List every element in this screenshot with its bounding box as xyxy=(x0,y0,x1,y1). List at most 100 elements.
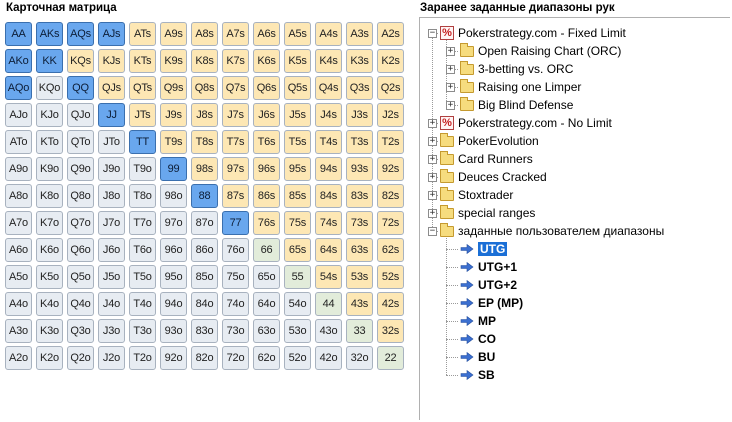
hand-cell-j3o[interactable]: J3o xyxy=(98,319,125,343)
hand-cell-k6s[interactable]: K6s xyxy=(253,49,280,73)
hand-cell-85o[interactable]: 85o xyxy=(191,265,218,289)
hand-cell-43o[interactable]: 43o xyxy=(315,319,342,343)
hand-cell-j6o[interactable]: J6o xyxy=(98,238,125,262)
hand-cell-99[interactable]: 99 xyxy=(160,157,187,181)
hand-cell-22[interactable]: 22 xyxy=(377,346,404,370)
hand-cell-53s[interactable]: 53s xyxy=(346,265,373,289)
hand-cell-k6o[interactable]: K6o xyxy=(36,238,63,262)
hand-cell-k2o[interactable]: K2o xyxy=(36,346,63,370)
hand-cell-65s[interactable]: 65s xyxy=(284,238,311,262)
hand-cell-q8s[interactable]: Q8s xyxy=(191,76,218,100)
tree-node[interactable]: % Pokerstrategy.com - Fixed Limit xyxy=(440,24,626,42)
hand-cell-a2o[interactable]: A2o xyxy=(5,346,32,370)
hand-cell-qjs[interactable]: QJs xyxy=(98,76,125,100)
hand-cell-jto[interactable]: JTo xyxy=(98,130,125,154)
hand-cell-j2s[interactable]: J2s xyxy=(377,103,404,127)
hand-cell-kqs[interactable]: KQs xyxy=(67,49,94,73)
hand-cell-96o[interactable]: 96o xyxy=(160,238,187,262)
hand-cell-a4o[interactable]: A4o xyxy=(5,292,32,316)
hand-cell-ats[interactable]: ATs xyxy=(129,22,156,46)
tree-node[interactable]: SB xyxy=(460,366,495,384)
hand-cell-86s[interactable]: 86s xyxy=(253,184,280,208)
hand-cell-75s[interactable]: 75s xyxy=(284,211,311,235)
hand-cell-ajs[interactable]: AJs xyxy=(98,22,125,46)
hand-cell-84o[interactable]: 84o xyxy=(191,292,218,316)
hand-cell-t9o[interactable]: T9o xyxy=(129,157,156,181)
expand-icon[interactable]: + xyxy=(428,137,437,146)
tree-node[interactable]: Big Blind Defense xyxy=(460,96,573,114)
hand-cell-q2o[interactable]: Q2o xyxy=(67,346,94,370)
hand-cell-k9o[interactable]: K9o xyxy=(36,157,63,181)
expand-icon[interactable]: + xyxy=(446,83,455,92)
hand-cell-t3o[interactable]: T3o xyxy=(129,319,156,343)
hand-cell-82o[interactable]: 82o xyxy=(191,346,218,370)
hand-cell-ato[interactable]: ATo xyxy=(5,130,32,154)
hand-cell-a6o[interactable]: A6o xyxy=(5,238,32,262)
hand-cell-a8s[interactable]: A8s xyxy=(191,22,218,46)
hand-cell-a9s[interactable]: A9s xyxy=(160,22,187,46)
hand-cell-87o[interactable]: 87o xyxy=(191,211,218,235)
hand-cell-54s[interactable]: 54s xyxy=(315,265,342,289)
tree-node[interactable]: PokerEvolution xyxy=(440,132,539,150)
hand-cell-aks[interactable]: AKs xyxy=(36,22,63,46)
hand-cell-q5s[interactable]: Q5s xyxy=(284,76,311,100)
tree-node[interactable]: EP (MP) xyxy=(460,294,523,312)
hand-cell-83o[interactable]: 83o xyxy=(191,319,218,343)
hand-cell-kk[interactable]: KK xyxy=(36,49,63,73)
hand-cell-aqo[interactable]: AQo xyxy=(5,76,32,100)
hand-cell-j7o[interactable]: J7o xyxy=(98,211,125,235)
hand-cell-q6o[interactable]: Q6o xyxy=(67,238,94,262)
hand-cell-j7s[interactable]: J7s xyxy=(222,103,249,127)
expand-icon[interactable]: + xyxy=(428,155,437,164)
hand-cell-43s[interactable]: 43s xyxy=(346,292,373,316)
hand-cell-94o[interactable]: 94o xyxy=(160,292,187,316)
hand-cell-64o[interactable]: 64o xyxy=(253,292,280,316)
hand-cell-a7s[interactable]: A7s xyxy=(222,22,249,46)
hand-cell-54o[interactable]: 54o xyxy=(284,292,311,316)
hand-cell-j3s[interactable]: J3s xyxy=(346,103,373,127)
hand-cell-74o[interactable]: 74o xyxy=(222,292,249,316)
hand-cell-j9s[interactable]: J9s xyxy=(160,103,187,127)
hand-cell-k7o[interactable]: K7o xyxy=(36,211,63,235)
hand-cell-q9o[interactable]: Q9o xyxy=(67,157,94,181)
hand-cell-t5o[interactable]: T5o xyxy=(129,265,156,289)
hand-cell-k8o[interactable]: K8o xyxy=(36,184,63,208)
hand-cell-t6s[interactable]: T6s xyxy=(253,130,280,154)
hand-cell-a3s[interactable]: A3s xyxy=(346,22,373,46)
hand-cell-42o[interactable]: 42o xyxy=(315,346,342,370)
hand-cell-52s[interactable]: 52s xyxy=(377,265,404,289)
hand-cell-75o[interactable]: 75o xyxy=(222,265,249,289)
tree-node[interactable]: % Pokerstrategy.com - No Limit xyxy=(440,114,612,132)
hand-cell-97s[interactable]: 97s xyxy=(222,157,249,181)
hand-cell-95o[interactable]: 95o xyxy=(160,265,187,289)
hand-cell-k2s[interactable]: K2s xyxy=(377,49,404,73)
hand-cell-92s[interactable]: 92s xyxy=(377,157,404,181)
hand-cell-k5s[interactable]: K5s xyxy=(284,49,311,73)
expand-icon[interactable]: + xyxy=(428,191,437,200)
hand-cell-k4s[interactable]: K4s xyxy=(315,49,342,73)
hand-cell-65o[interactable]: 65o xyxy=(253,265,280,289)
hand-cell-kjs[interactable]: KJs xyxy=(98,49,125,73)
hand-cell-q3s[interactable]: Q3s xyxy=(346,76,373,100)
collapse-icon[interactable]: − xyxy=(428,29,437,38)
hand-cell-t2o[interactable]: T2o xyxy=(129,346,156,370)
hand-cell-a5s[interactable]: A5s xyxy=(284,22,311,46)
tree-node[interactable]: заданные пользователем диапазоны xyxy=(440,222,664,240)
hand-cell-tt[interactable]: TT xyxy=(129,130,156,154)
hand-cell-96s[interactable]: 96s xyxy=(253,157,280,181)
hand-cell-ajo[interactable]: AJo xyxy=(5,103,32,127)
hand-cell-84s[interactable]: 84s xyxy=(315,184,342,208)
hand-cell-jj[interactable]: JJ xyxy=(98,103,125,127)
hand-cell-t9s[interactable]: T9s xyxy=(160,130,187,154)
hand-cell-a5o[interactable]: A5o xyxy=(5,265,32,289)
hand-cell-55[interactable]: 55 xyxy=(284,265,311,289)
hand-cell-k4o[interactable]: K4o xyxy=(36,292,63,316)
hand-cell-94s[interactable]: 94s xyxy=(315,157,342,181)
hand-cell-q7o[interactable]: Q7o xyxy=(67,211,94,235)
hand-cell-a9o[interactable]: A9o xyxy=(5,157,32,181)
hand-cell-kqo[interactable]: KQo xyxy=(36,76,63,100)
hand-cell-a6s[interactable]: A6s xyxy=(253,22,280,46)
hand-cell-a8o[interactable]: A8o xyxy=(5,184,32,208)
hand-cell-q5o[interactable]: Q5o xyxy=(67,265,94,289)
hand-cell-62o[interactable]: 62o xyxy=(253,346,280,370)
